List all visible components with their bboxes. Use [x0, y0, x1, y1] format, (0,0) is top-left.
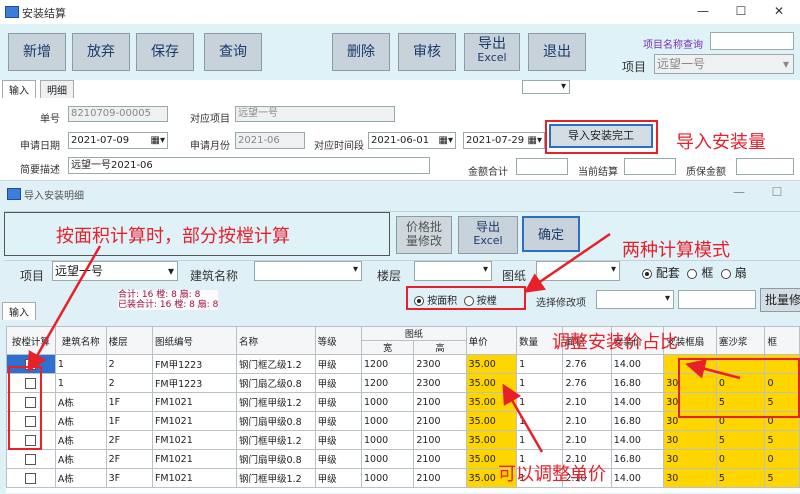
arrow-to-calc-mode [523, 232, 611, 293]
arrow-to-price [502, 383, 544, 453]
arrow-to-ratio [685, 359, 741, 380]
arrow-to-checkbox [27, 245, 102, 373]
annotation-arrows [27, 232, 741, 453]
